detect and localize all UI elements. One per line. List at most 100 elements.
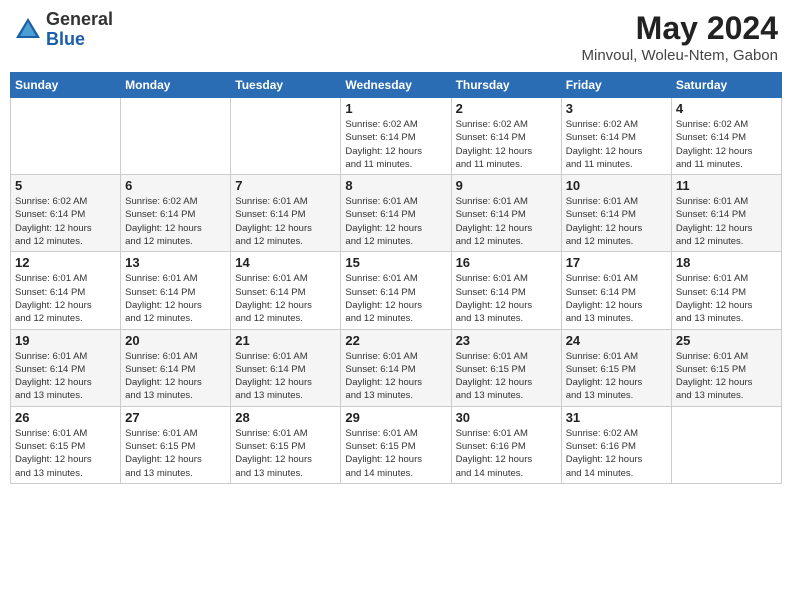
calendar-cell: 22 Sunrise: 6:01 AM Sunset: 6:14 PM Dayli…: [341, 329, 451, 406]
calendar-cell: 15Sunrise: 6:01 AM Sunset: 6:14 PM Dayli…: [341, 252, 451, 329]
day-number: 30: [456, 410, 557, 425]
day-info: Sunrise: 6:01 AM Sunset: 6:14 PM Dayligh…: [676, 272, 777, 325]
logo: General Blue: [14, 10, 113, 50]
calendar-cell: 4 Sunrise: 6:02 AM Sunset: 6:14 PM Daylig…: [671, 98, 781, 175]
day-number: 29: [345, 410, 446, 425]
day-number: 22: [345, 333, 446, 348]
calendar-table: SundayMondayTuesdayWednesdayThursdayFrid…: [10, 72, 782, 484]
weekday-header-tuesday: Tuesday: [231, 73, 341, 98]
calendar-cell: 3 Sunrise: 6:02 AM Sunset: 6:14 PM Daylig…: [561, 98, 671, 175]
day-info: Sunrise: 6:01 AM Sunset: 6:14 PM Dayligh…: [15, 350, 116, 403]
calendar-cell: [121, 98, 231, 175]
location-title: Minvoul, Woleu-Ntem, Gabon: [582, 47, 778, 64]
day-info: Sunrise: 6:02 AM Sunset: 6:14 PM Dayligh…: [125, 195, 226, 248]
day-number: 6: [125, 178, 226, 193]
day-number: 4: [676, 101, 777, 116]
day-info: Sunrise: 6:01 AM Sunset: 6:14 PM Dayligh…: [125, 272, 226, 325]
day-number: 26: [15, 410, 116, 425]
calendar-cell: 21 Sunrise: 6:01 AM Sunset: 6:14 PM Dayli…: [231, 329, 341, 406]
day-info: Sunrise: 6:01 AM Sunset: 6:15 PM Dayligh…: [235, 427, 336, 480]
calendar-cell: 20 Sunrise: 6:01 AM Sunset: 6:14 PM Dayli…: [121, 329, 231, 406]
day-info: Sunrise: 6:02 AM Sunset: 6:14 PM Dayligh…: [566, 118, 667, 171]
day-info: Sunrise: 6:01 AM Sunset: 6:15 PM Dayligh…: [15, 427, 116, 480]
day-number: 16: [456, 255, 557, 270]
logo-icon: [14, 16, 42, 44]
day-number: 24: [566, 333, 667, 348]
day-info: Sunrise: 6:01 AM Sunset: 6:14 PM Dayligh…: [345, 350, 446, 403]
month-title: May 2024: [582, 10, 778, 47]
weekday-header-thursday: Thursday: [451, 73, 561, 98]
day-number: 2: [456, 101, 557, 116]
calendar-cell: 27 Sunrise: 6:01 AM Sunset: 6:15 PM Dayli…: [121, 406, 231, 483]
day-info: Sunrise: 6:01 AM Sunset: 6:16 PM Dayligh…: [456, 427, 557, 480]
day-info: Sunrise: 6:02 AM Sunset: 6:14 PM Dayligh…: [676, 118, 777, 171]
day-info: Sunrise: 6:01 AM Sunset: 6:14 PM Dayligh…: [15, 272, 116, 325]
calendar-week-row: 26 Sunrise: 6:01 AM Sunset: 6:15 PM Dayli…: [11, 406, 782, 483]
calendar-cell: [11, 98, 121, 175]
calendar-cell: [231, 98, 341, 175]
day-number: 3: [566, 101, 667, 116]
day-info: Sunrise: 6:01 AM Sunset: 6:14 PM Dayligh…: [676, 195, 777, 248]
logo-blue-text: Blue: [46, 29, 85, 49]
day-number: 31: [566, 410, 667, 425]
logo-general-text: General: [46, 9, 113, 29]
day-info: Sunrise: 6:01 AM Sunset: 6:14 PM Dayligh…: [566, 195, 667, 248]
day-info: Sunrise: 6:01 AM Sunset: 6:14 PM Dayligh…: [456, 195, 557, 248]
calendar-week-row: 5 Sunrise: 6:02 AM Sunset: 6:14 PM Daylig…: [11, 175, 782, 252]
day-number: 5: [15, 178, 116, 193]
day-number: 28: [235, 410, 336, 425]
calendar-week-row: 19 Sunrise: 6:01 AM Sunset: 6:14 PM Dayli…: [11, 329, 782, 406]
calendar-cell: 18 Sunrise: 6:01 AM Sunset: 6:14 PM Dayli…: [671, 252, 781, 329]
day-number: 7: [235, 178, 336, 193]
day-info: Sunrise: 6:02 AM Sunset: 6:14 PM Dayligh…: [345, 118, 446, 171]
calendar-cell: 13 Sunrise: 6:01 AM Sunset: 6:14 PM Dayli…: [121, 252, 231, 329]
day-number: 11: [676, 178, 777, 193]
weekday-header-row: SundayMondayTuesdayWednesdayThursdayFrid…: [11, 73, 782, 98]
calendar-cell: 16Sunrise: 6:01 AM Sunset: 6:14 PM Dayli…: [451, 252, 561, 329]
weekday-header-monday: Monday: [121, 73, 231, 98]
day-number: 18: [676, 255, 777, 270]
day-number: 12: [15, 255, 116, 270]
calendar-cell: 19 Sunrise: 6:01 AM Sunset: 6:14 PM Dayli…: [11, 329, 121, 406]
day-info: Sunrise: 6:01 AM Sunset: 6:14 PM Dayligh…: [235, 350, 336, 403]
day-info: Sunrise: 6:01 AM Sunset: 6:14 PM Dayligh…: [345, 195, 446, 248]
calendar-week-row: 1 Sunrise: 6:02 AM Sunset: 6:14 PM Daylig…: [11, 98, 782, 175]
day-number: 25: [676, 333, 777, 348]
calendar-cell: 10 Sunrise: 6:01 AM Sunset: 6:14 PM Dayli…: [561, 175, 671, 252]
calendar-cell: 7 Sunrise: 6:01 AM Sunset: 6:14 PM Daylig…: [231, 175, 341, 252]
calendar-cell: 31 Sunrise: 6:02 AM Sunset: 6:16 PM Dayli…: [561, 406, 671, 483]
day-number: 1: [345, 101, 446, 116]
day-info: Sunrise: 6:01 AM Sunset: 6:14 PM Dayligh…: [235, 195, 336, 248]
calendar-cell: 29Sunrise: 6:01 AM Sunset: 6:15 PM Dayli…: [341, 406, 451, 483]
day-number: 20: [125, 333, 226, 348]
calendar-cell: 28 Sunrise: 6:01 AM Sunset: 6:15 PM Dayli…: [231, 406, 341, 483]
calendar-cell: 5Sunrise: 6:02 AM Sunset: 6:14 PM Daylig…: [11, 175, 121, 252]
day-info: Sunrise: 6:02 AM Sunset: 6:16 PM Dayligh…: [566, 427, 667, 480]
day-number: 13: [125, 255, 226, 270]
day-number: 9: [456, 178, 557, 193]
calendar-cell: 17Sunrise: 6:01 AM Sunset: 6:14 PM Dayli…: [561, 252, 671, 329]
day-number: 21: [235, 333, 336, 348]
day-number: 10: [566, 178, 667, 193]
day-info: Sunrise: 6:01 AM Sunset: 6:14 PM Dayligh…: [566, 272, 667, 325]
weekday-header-saturday: Saturday: [671, 73, 781, 98]
day-info: Sunrise: 6:01 AM Sunset: 6:15 PM Dayligh…: [125, 427, 226, 480]
day-info: Sunrise: 6:01 AM Sunset: 6:15 PM Dayligh…: [456, 350, 557, 403]
calendar-cell: 25 Sunrise: 6:01 AM Sunset: 6:15 PM Dayli…: [671, 329, 781, 406]
calendar-cell: 11 Sunrise: 6:01 AM Sunset: 6:14 PM Dayli…: [671, 175, 781, 252]
day-number: 15: [345, 255, 446, 270]
day-number: 27: [125, 410, 226, 425]
day-number: 8: [345, 178, 446, 193]
calendar-cell: 2 Sunrise: 6:02 AM Sunset: 6:14 PM Daylig…: [451, 98, 561, 175]
calendar-cell: 6 Sunrise: 6:02 AM Sunset: 6:14 PM Daylig…: [121, 175, 231, 252]
calendar-cell: 26 Sunrise: 6:01 AM Sunset: 6:15 PM Dayli…: [11, 406, 121, 483]
day-info: Sunrise: 6:01 AM Sunset: 6:15 PM Dayligh…: [676, 350, 777, 403]
day-info: Sunrise: 6:01 AM Sunset: 6:14 PM Dayligh…: [125, 350, 226, 403]
day-number: 19: [15, 333, 116, 348]
day-info: Sunrise: 6:02 AM Sunset: 6:14 PM Dayligh…: [456, 118, 557, 171]
calendar-cell: 12 Sunrise: 6:01 AM Sunset: 6:14 PM Dayli…: [11, 252, 121, 329]
title-block: May 2024 Minvoul, Woleu-Ntem, Gabon: [582, 10, 778, 64]
calendar-cell: 9 Sunrise: 6:01 AM Sunset: 6:14 PM Daylig…: [451, 175, 561, 252]
weekday-header-sunday: Sunday: [11, 73, 121, 98]
day-info: Sunrise: 6:01 AM Sunset: 6:14 PM Dayligh…: [235, 272, 336, 325]
